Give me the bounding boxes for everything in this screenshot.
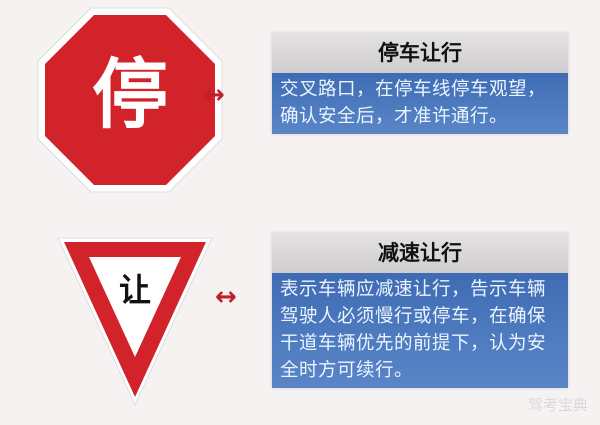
yield-description: 表示车辆应减速让行，告示车辆驾驶人必须慢行或停车，在确保干道车辆优先的前提下，认… [272, 273, 568, 388]
double-arrow-icon: ↔ [215, 282, 237, 312]
stop-sign-char: 停 [92, 50, 168, 139]
stop-title: 停车让行 [272, 33, 568, 73]
yield-info-box: 减速让行 表示车辆应减速让行，告示车辆驾驶人必须慢行或停车，在确保干道车辆优先的… [272, 233, 568, 388]
yield-sign-char: 让 [118, 271, 151, 309]
stop-description: 交叉路口，在停车线停车观望，确认安全后，才准许通行。 [272, 73, 568, 134]
yield-title: 减速让行 [272, 233, 568, 273]
stop-info-box: 停车让行 交叉路口，在停车线停车观望，确认安全后，才准许通行。 [272, 33, 568, 134]
yield-sign-icon [57, 237, 213, 407]
double-arrow-icon: ↔ [203, 80, 225, 110]
watermark: 驾考宝典 [527, 396, 588, 414]
